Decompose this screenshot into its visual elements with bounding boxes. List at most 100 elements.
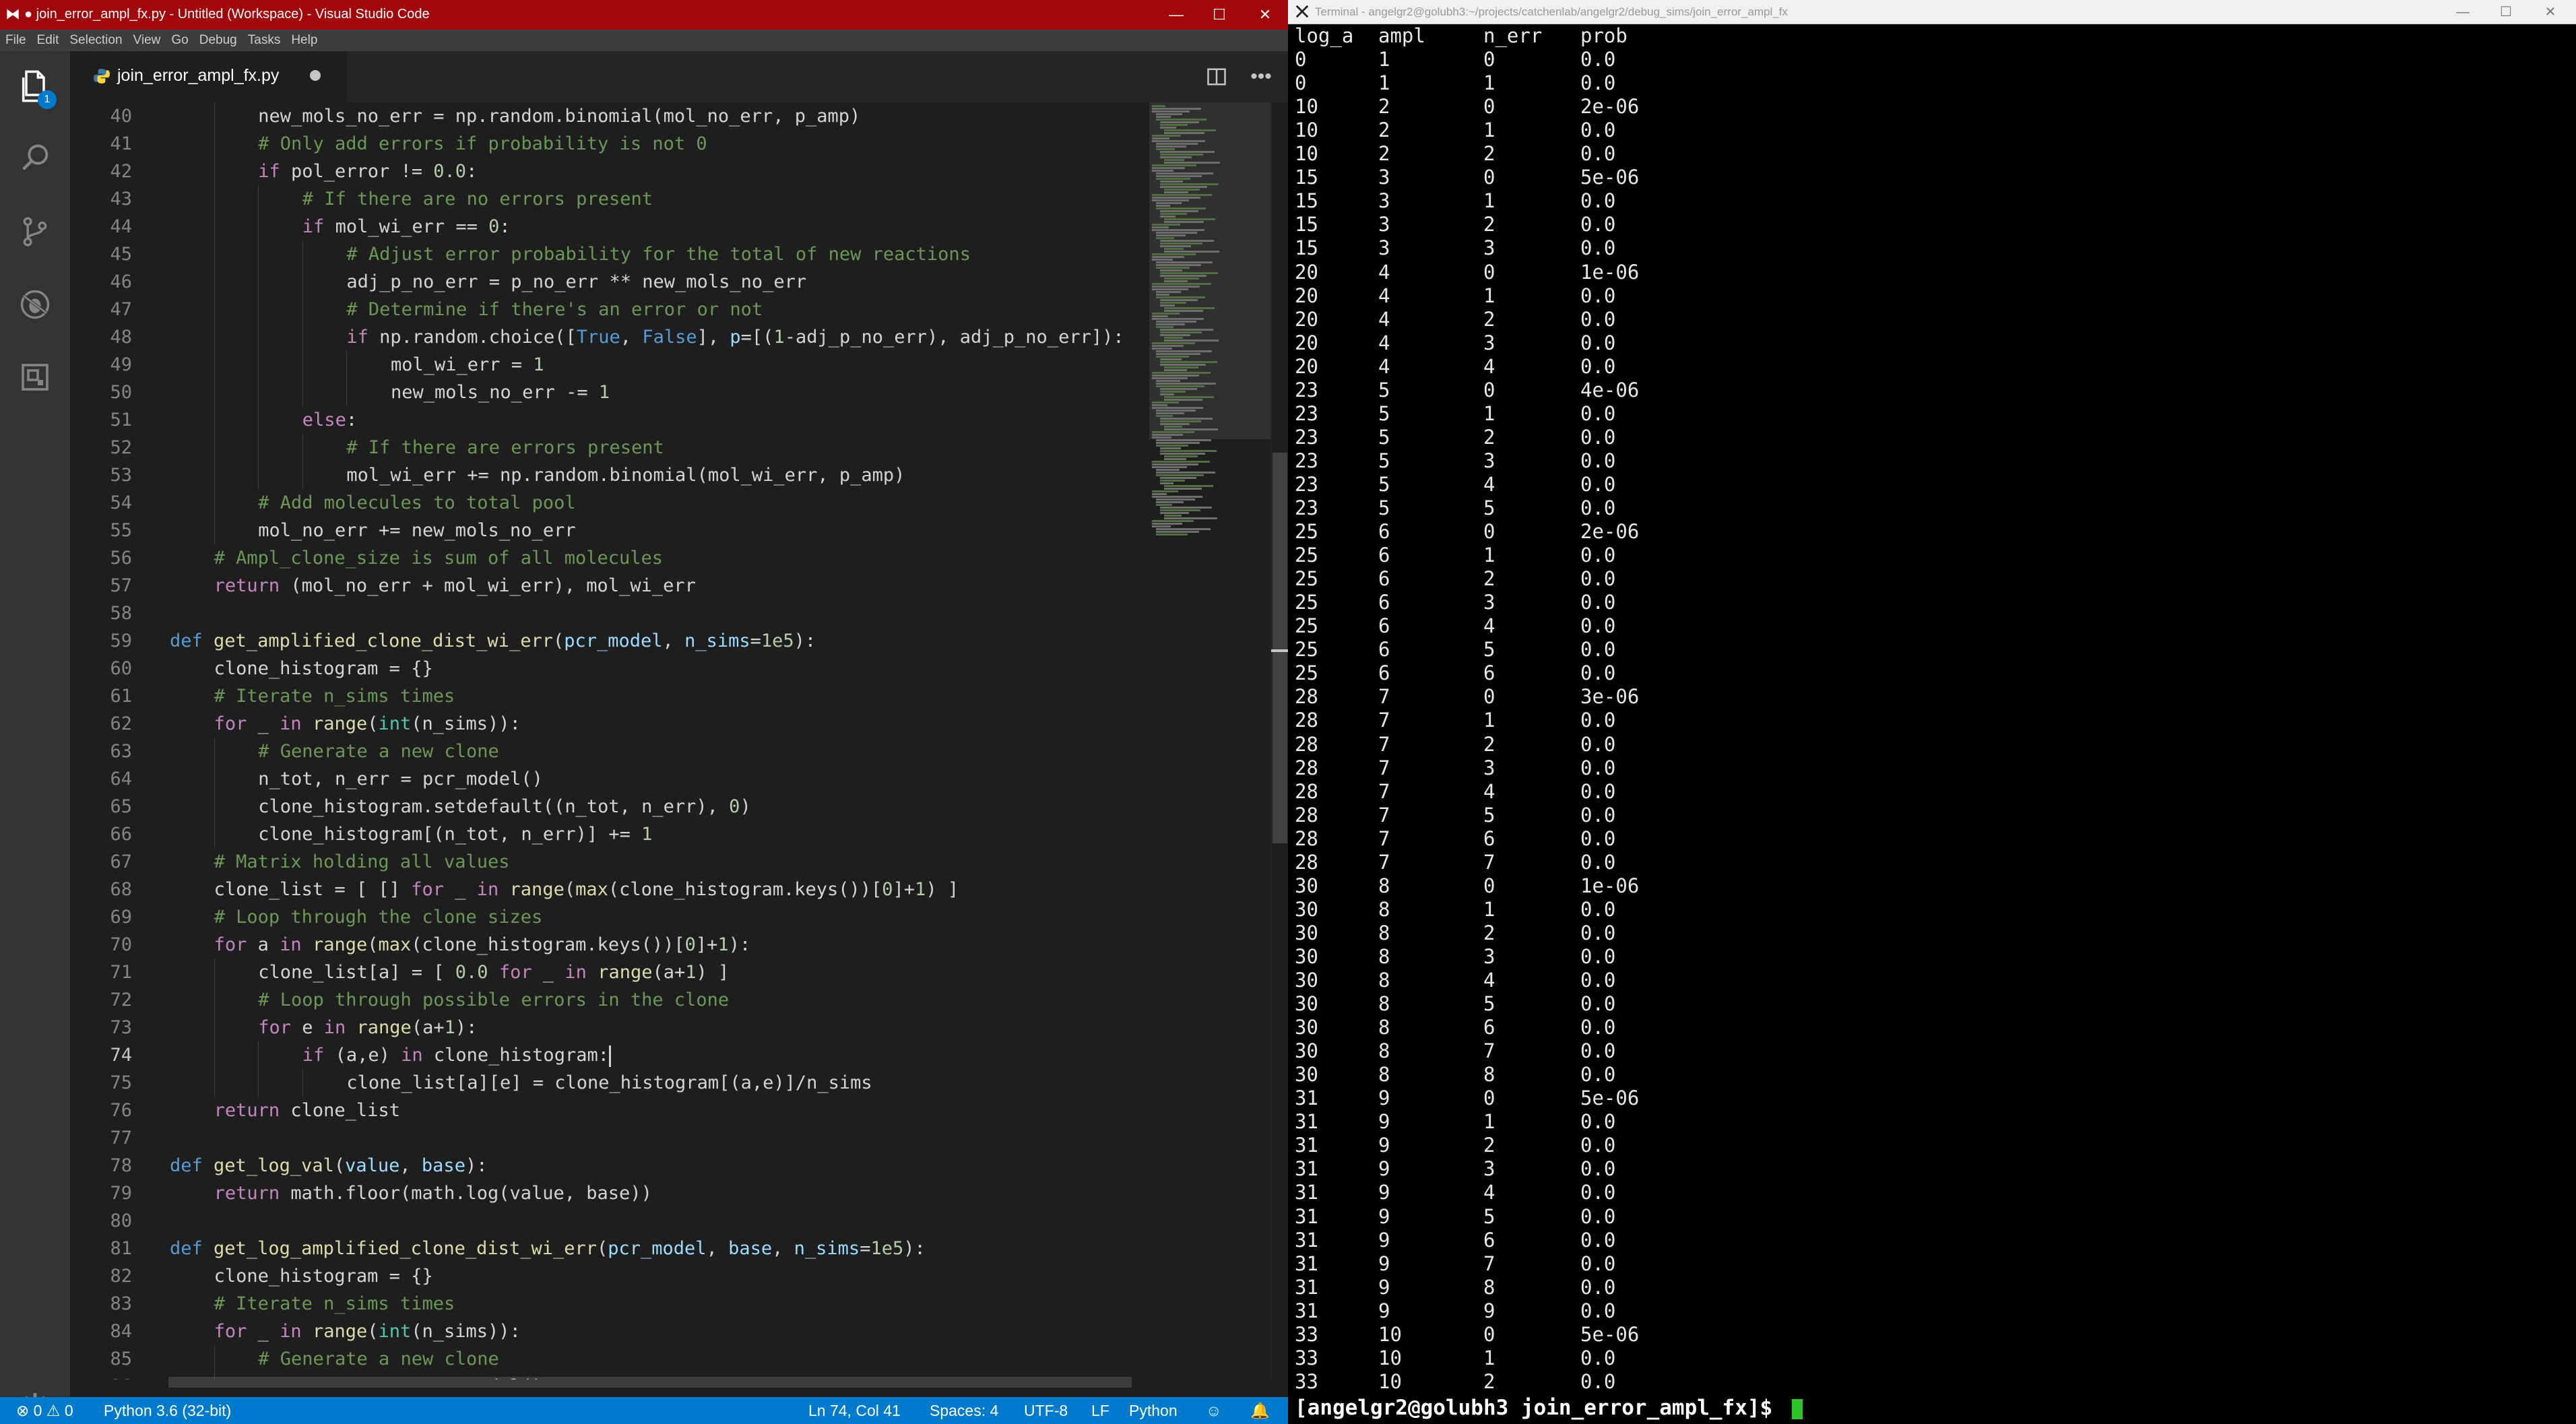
code-line[interactable]: 48 if np.random.choice([True, False], p=[… (70, 323, 1149, 351)
menu-selection[interactable]: Selection (64, 30, 127, 51)
tab-join-error-ampl-fx[interactable]: join_error_ampl_fx.py (70, 51, 346, 102)
terminal-close-icon[interactable]: ✕ (2536, 1, 2565, 23)
code-line[interactable]: 66 clone_histogram[(n_tot, n_err)] += 1 (70, 820, 1149, 848)
code-line[interactable]: 61 # Iterate n_sims times (70, 682, 1149, 710)
editor-horizontal-scrollbar[interactable] (168, 1377, 1132, 1388)
code-line[interactable]: 74 if (a,e) in clone_histogram: (70, 1041, 1149, 1069)
code-line[interactable]: 45 # Adjust error probability for the tot… (70, 240, 1149, 268)
indentation[interactable]: Spaces: 4 (930, 1402, 998, 1420)
terminal-minimize-icon[interactable]: — (2448, 1, 2478, 23)
minimap-line (1160, 272, 1218, 274)
code-line[interactable]: 54 # Add molecules to total pool (70, 489, 1149, 517)
menu-edit[interactable]: Edit (32, 30, 65, 51)
code-line[interactable]: 58 (70, 600, 1149, 627)
minimize-icon[interactable]: — (1161, 3, 1191, 27)
code-line[interactable]: 65 clone_histogram.setdefault((n_tot, n_e… (70, 793, 1149, 820)
code-line[interactable]: 41 # Only add errors if probability is no… (70, 130, 1149, 158)
code-line[interactable]: 77 (70, 1124, 1149, 1152)
end-of-line[interactable]: LF (1091, 1402, 1109, 1420)
search-button[interactable] (0, 124, 70, 194)
code-token: range (312, 934, 368, 955)
more-actions-button[interactable]: ••• (1246, 62, 1276, 92)
close-icon[interactable]: ✕ (1250, 3, 1280, 27)
code-line[interactable]: 80 (70, 1207, 1149, 1235)
code-editor[interactable]: 40 new_mols_no_err = np.random.binomial(m… (70, 102, 1149, 1380)
code-line[interactable]: 52 # If there are errors present (70, 434, 1149, 461)
code-line[interactable]: 42 if pol_error != 0.0: (70, 158, 1149, 185)
code-line[interactable]: 83 # Iterate n_sims times (70, 1290, 1149, 1318)
indent-guide (214, 1345, 215, 1373)
code-token: in (280, 713, 302, 734)
extensions-button[interactable] (0, 342, 70, 412)
col-n-err: n_err (1483, 24, 1543, 47)
cursor-position[interactable]: Ln 74, Col 41 (808, 1402, 901, 1420)
minimap[interactable] (1149, 102, 1270, 1380)
minimap-line (1152, 199, 1189, 201)
code-line[interactable]: 67 # Matrix holding all values (70, 848, 1149, 876)
code-line[interactable]: 68 clone_list = [ [] for _ in range(max(c… (70, 876, 1149, 903)
code-line[interactable]: 64 n_tot, n_err = pcr_model() (70, 765, 1149, 793)
code-token: =[( (740, 327, 774, 348)
menu-debug[interactable]: Debug (194, 30, 243, 51)
code-line[interactable]: 46 adj_p_no_err = p_no_err ** new_mols_no… (70, 268, 1149, 296)
code-line[interactable]: 60 clone_histogram = {} (70, 655, 1149, 682)
code-line[interactable]: 79 return math.floor(math.log(value, base… (70, 1179, 1149, 1207)
code-line[interactable]: 40 new_mols_no_err = np.random.binomial(m… (70, 102, 1149, 130)
terminal-maximize-icon[interactable]: ☐ (2491, 1, 2521, 23)
menu-view[interactable]: View (128, 30, 166, 51)
code-line[interactable]: 59 def get_amplified_clone_dist_wi_err(pc… (70, 627, 1149, 655)
minimap-line (1160, 361, 1217, 363)
unsaved-dot-icon[interactable] (310, 70, 321, 81)
code-line[interactable]: 63 # Generate a new clone (70, 738, 1149, 765)
notifications-bell-icon[interactable]: 🔔 (1250, 1402, 1270, 1420)
code-line[interactable]: 56 # Ampl_clone_size is sum of all molecu… (70, 544, 1149, 572)
cell-n-err: 0 (1483, 260, 1495, 284)
code-line[interactable]: 49 mol_wi_err = 1 (70, 351, 1149, 379)
maximize-icon[interactable]: ☐ (1204, 3, 1234, 27)
code-line[interactable]: 53 mol_wi_err += np.random.binomial(mol_w… (70, 461, 1149, 489)
code-line[interactable]: 73 for e in range(a+1): (70, 1014, 1149, 1041)
code-line[interactable]: 69 # Loop through the clone sizes (70, 903, 1149, 931)
code-line[interactable]: 47 # Determine if there's an error or not (70, 296, 1149, 323)
terminal-output[interactable]: log_a ampl n_err prob 0 1 0 0.0 0 1 1 0.0 10 2 0 2e… (1295, 24, 2575, 1398)
code-line[interactable]: 44 if mol_wi_err == 0: (70, 213, 1149, 240)
explorer-button[interactable]: 1 (0, 51, 70, 121)
menu-help[interactable]: Help (286, 30, 323, 51)
menu-file[interactable]: File (0, 30, 32, 51)
problems-indicator[interactable]: ⊗ 0 ⚠ 0 (16, 1402, 73, 1420)
code-line[interactable]: 70 for a in range(max(clone_histogram.key… (70, 931, 1149, 959)
code-line[interactable]: 51 else: (70, 406, 1149, 434)
debug-button[interactable] (0, 269, 70, 339)
code-line[interactable]: 82 clone_histogram = {} (70, 1262, 1149, 1290)
shell-prompt[interactable]: [angelgr2@golubh3 join_error_ampl_fx]$ (1295, 1394, 1803, 1421)
code-line[interactable]: 62 for _ in range(int(n_sims)): (70, 710, 1149, 738)
code-text: # Iterate n_sims times (214, 1290, 455, 1318)
code-line[interactable]: 85 # Generate a new clone (70, 1345, 1149, 1373)
minimap-line (1156, 350, 1212, 352)
python-interpreter[interactable]: Python 3.6 (32-bit) (104, 1402, 231, 1420)
scrollbar-thumb[interactable] (1273, 453, 1287, 843)
menu-tasks[interactable]: Tasks (243, 30, 286, 51)
split-editor-button[interactable] (1202, 62, 1231, 92)
code-line[interactable]: 84 for _ in range(int(n_sims)): (70, 1318, 1149, 1345)
code-line[interactable]: 72 # Loop through possible errors in the … (70, 986, 1149, 1014)
code-token: for (411, 879, 444, 900)
code-token: 1 (444, 1017, 455, 1038)
code-line[interactable]: 71 clone_list[a] = [ 0.0 for _ in range(a… (70, 959, 1149, 986)
code-line[interactable]: 57 return (mol_no_err + mol_wi_err), mol_… (70, 572, 1149, 600)
code-line[interactable]: 75 clone_list[a][e] = clone_histogram[(a,… (70, 1069, 1149, 1097)
terminal-window[interactable]: Terminal - angelgr2@golubh3:~/projects/c… (1288, 0, 2576, 1424)
menu-go[interactable]: Go (166, 30, 193, 51)
language-mode[interactable]: Python (1129, 1402, 1178, 1420)
code-line[interactable]: 76 return clone_list (70, 1097, 1149, 1124)
encoding[interactable]: UTF-8 (1024, 1402, 1068, 1420)
editor-vertical-scrollbar[interactable] (1270, 102, 1288, 1380)
code-line[interactable]: 55 mol_no_err += new_mols_no_err (70, 517, 1149, 544)
code-line[interactable]: 43 # If there are no errors present (70, 185, 1149, 213)
source-control-button[interactable] (0, 197, 70, 267)
code-line[interactable]: 50 new_mols_no_err -= 1 (70, 379, 1149, 406)
code-line[interactable]: 78 def get_log_val(value, base): (70, 1152, 1149, 1179)
code-line[interactable]: 81 def get_log_amplified_clone_dist_wi_er… (70, 1235, 1149, 1262)
feedback-smiley-icon[interactable]: ☺ (1206, 1402, 1221, 1420)
